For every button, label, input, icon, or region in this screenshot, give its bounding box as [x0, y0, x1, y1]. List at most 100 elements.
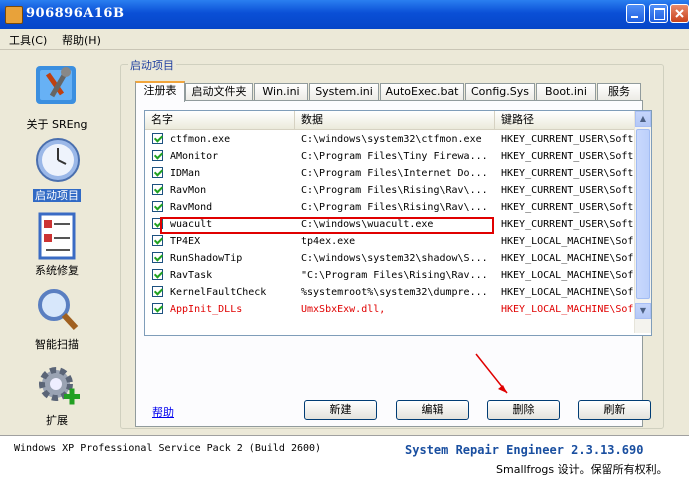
cell-path: HKEY_CURRENT_USER\Soft	[501, 151, 634, 162]
cell-name: RavMon	[170, 185, 207, 196]
cell-path: HKEY_LOCAL_MACHINE\Sof	[501, 287, 634, 298]
table-row[interactable]: TP4EX tp4ex.exe HKEY_LOCAL_MACHINE\Sof	[145, 233, 635, 250]
row-checkbox[interactable]	[152, 184, 163, 195]
help-link[interactable]: 帮助	[152, 404, 174, 420]
group-title: 启动项目	[128, 57, 176, 73]
tab-autoexec-bat[interactable]: AutoExec.bat	[380, 83, 464, 100]
sidebar-label-scan: 智能扫描	[35, 338, 79, 351]
cell-name: ctfmon.exe	[170, 134, 231, 145]
maximize-button[interactable]	[649, 4, 668, 23]
sidebar-item-about[interactable]: 关于 SREng	[0, 58, 114, 131]
scroll-down-button[interactable]: ▼	[635, 303, 651, 319]
cell-data: %systemroot%\system32\dumpre...	[301, 287, 488, 298]
os-info: Windows XP Professional Service Pack 2 (…	[14, 443, 322, 454]
row-checkbox[interactable]	[152, 303, 163, 314]
sidebar-item-startup[interactable]: 启动项目	[0, 134, 114, 204]
menu-tools[interactable]: 工具(C)	[9, 32, 47, 48]
sidebar-item-extend[interactable]: 扩展	[0, 362, 114, 432]
cell-path: HKEY_CURRENT_USER\Soft	[501, 185, 634, 196]
column-data[interactable]: 数据	[295, 111, 495, 129]
edit-button[interactable]: 编辑	[396, 400, 469, 420]
copyright: Smallfrogs 设计。保留所有权利。	[496, 463, 668, 476]
menu-help[interactable]: 帮助(H)	[62, 32, 101, 48]
cell-data: C:\Program Files\Rising\Rav\...	[301, 202, 488, 213]
window-title: 906896A16B	[26, 6, 125, 21]
new-button[interactable]: 新建	[304, 400, 377, 420]
tab-win-ini[interactable]: Win.ini	[254, 83, 308, 100]
product-name: System Repair Engineer 2.3.13.690	[405, 443, 644, 457]
tab-boot-ini[interactable]: Boot.ini	[536, 83, 596, 100]
table-row[interactable]: ctfmon.exe C:\windows\system32\ctfmon.exe…	[145, 131, 635, 148]
cell-name: IDMan	[170, 168, 201, 179]
clock-icon	[36, 138, 80, 182]
tab-config-sys[interactable]: Config.Sys	[465, 83, 535, 100]
table-row[interactable]: KernelFaultCheck %systemroot%\system32\du…	[145, 284, 635, 301]
sidebar-item-scan[interactable]: 智能扫描	[0, 286, 114, 356]
app-icon	[5, 6, 23, 24]
cell-name: AppInit_DLLs	[170, 304, 243, 315]
cell-path: HKEY_LOCAL_MACHINE\Sof	[501, 270, 634, 281]
table-row[interactable]: RavTask "C:\Program Files\Rising\Rav... HK…	[145, 267, 635, 284]
table-row[interactable]: IDMan C:\Program Files\Internet Do... HKEY…	[145, 165, 635, 182]
cell-data: tp4ex.exe	[301, 236, 356, 247]
tab-registry[interactable]: 注册表	[135, 81, 185, 102]
cell-path: HKEY_CURRENT_USER\Soft	[501, 202, 634, 213]
menu-bar: 工具(C) 帮助(H)	[0, 29, 689, 50]
title-bar: 906896A16B	[0, 0, 689, 29]
cell-data: C:\windows\system32\ctfmon.exe	[301, 134, 482, 145]
table-row[interactable]: RunShadowTip C:\windows\system32\shadow\S…	[145, 250, 635, 267]
cell-name: KernelFaultCheck	[170, 287, 267, 298]
cell-path: HKEY_LOCAL_MACHINE\Sof	[501, 253, 634, 264]
sidebar-label-extend: 扩展	[46, 414, 68, 427]
cell-path: HKEY_CURRENT_USER\Soft	[501, 134, 634, 145]
cell-data: C:\windows\system32\shadow\S...	[301, 253, 488, 264]
row-checkbox[interactable]	[152, 235, 163, 246]
list-header: 名字 数据 键路径	[145, 111, 651, 130]
vertical-scrollbar[interactable]: ▲ ▼	[634, 111, 651, 333]
table-row[interactable]: AppInit_DLLs UmxSbxExw.dll, HKEY_LOCAL_MAC…	[145, 301, 635, 318]
tools-icon	[36, 66, 76, 104]
row-checkbox[interactable]	[152, 269, 163, 280]
tab-services[interactable]: 服务	[597, 83, 641, 100]
cell-data: C:\Program Files\Internet Do...	[301, 168, 488, 179]
row-checkbox[interactable]	[152, 150, 163, 161]
table-row[interactable]: RavMond C:\Program Files\Rising\Rav\... HK…	[145, 199, 635, 216]
sidebar-label-about: 关于 SREng	[26, 118, 88, 131]
row-checkbox[interactable]	[152, 286, 163, 297]
cell-path: HKEY_CURRENT_USER\Soft	[501, 219, 634, 230]
row-checkbox[interactable]	[152, 133, 163, 144]
table-row[interactable]: AMonitor C:\Program Files\Tiny Firewa... H…	[145, 148, 635, 165]
cell-data: UmxSbxExw.dll,	[301, 304, 386, 315]
cell-path: HKEY_LOCAL_MACHINE\Sof	[501, 304, 634, 315]
cell-name: AMonitor	[170, 151, 219, 162]
table-row[interactable]: RavMon C:\Program Files\Rising\Rav\... HKE…	[145, 182, 635, 199]
scroll-thumb[interactable]	[636, 129, 650, 299]
close-button[interactable]	[670, 4, 689, 23]
row-checkbox[interactable]	[152, 201, 163, 212]
row-checkbox[interactable]	[152, 167, 163, 178]
minimize-button[interactable]	[626, 4, 645, 23]
cell-path: HKEY_CURRENT_USER\Soft	[501, 168, 634, 179]
tab-system-ini[interactable]: System.ini	[309, 83, 379, 100]
column-name[interactable]: 名字	[145, 111, 295, 129]
cell-path: HKEY_LOCAL_MACHINE\Sof	[501, 236, 634, 247]
close-icon	[675, 9, 684, 18]
magnifier-icon	[38, 289, 79, 331]
sidebar-item-repair[interactable]: 系统修复	[0, 210, 114, 280]
scroll-up-button[interactable]: ▲	[635, 111, 651, 127]
row-checkbox[interactable]	[152, 252, 163, 263]
gear-plus-icon	[39, 367, 80, 405]
sidebar-label-repair: 系统修复	[35, 264, 79, 277]
checklist-icon	[38, 212, 76, 260]
cell-name: RavTask	[170, 270, 213, 281]
highlight-box	[160, 217, 494, 234]
column-path[interactable]: 键路径	[495, 111, 635, 129]
sidebar: 关于 SREng 启动项目 系统修复 智能扫描 扩展	[0, 50, 114, 435]
delete-button[interactable]: 删除	[487, 400, 560, 420]
cell-data: C:\Program Files\Rising\Rav\...	[301, 185, 488, 196]
cell-name: TP4EX	[170, 236, 201, 247]
tab-startup-folder[interactable]: 启动文件夹	[185, 83, 253, 100]
cell-data: C:\Program Files\Tiny Firewa...	[301, 151, 488, 162]
refresh-button[interactable]: 刷新	[578, 400, 651, 420]
cell-name: RavMond	[170, 202, 213, 213]
